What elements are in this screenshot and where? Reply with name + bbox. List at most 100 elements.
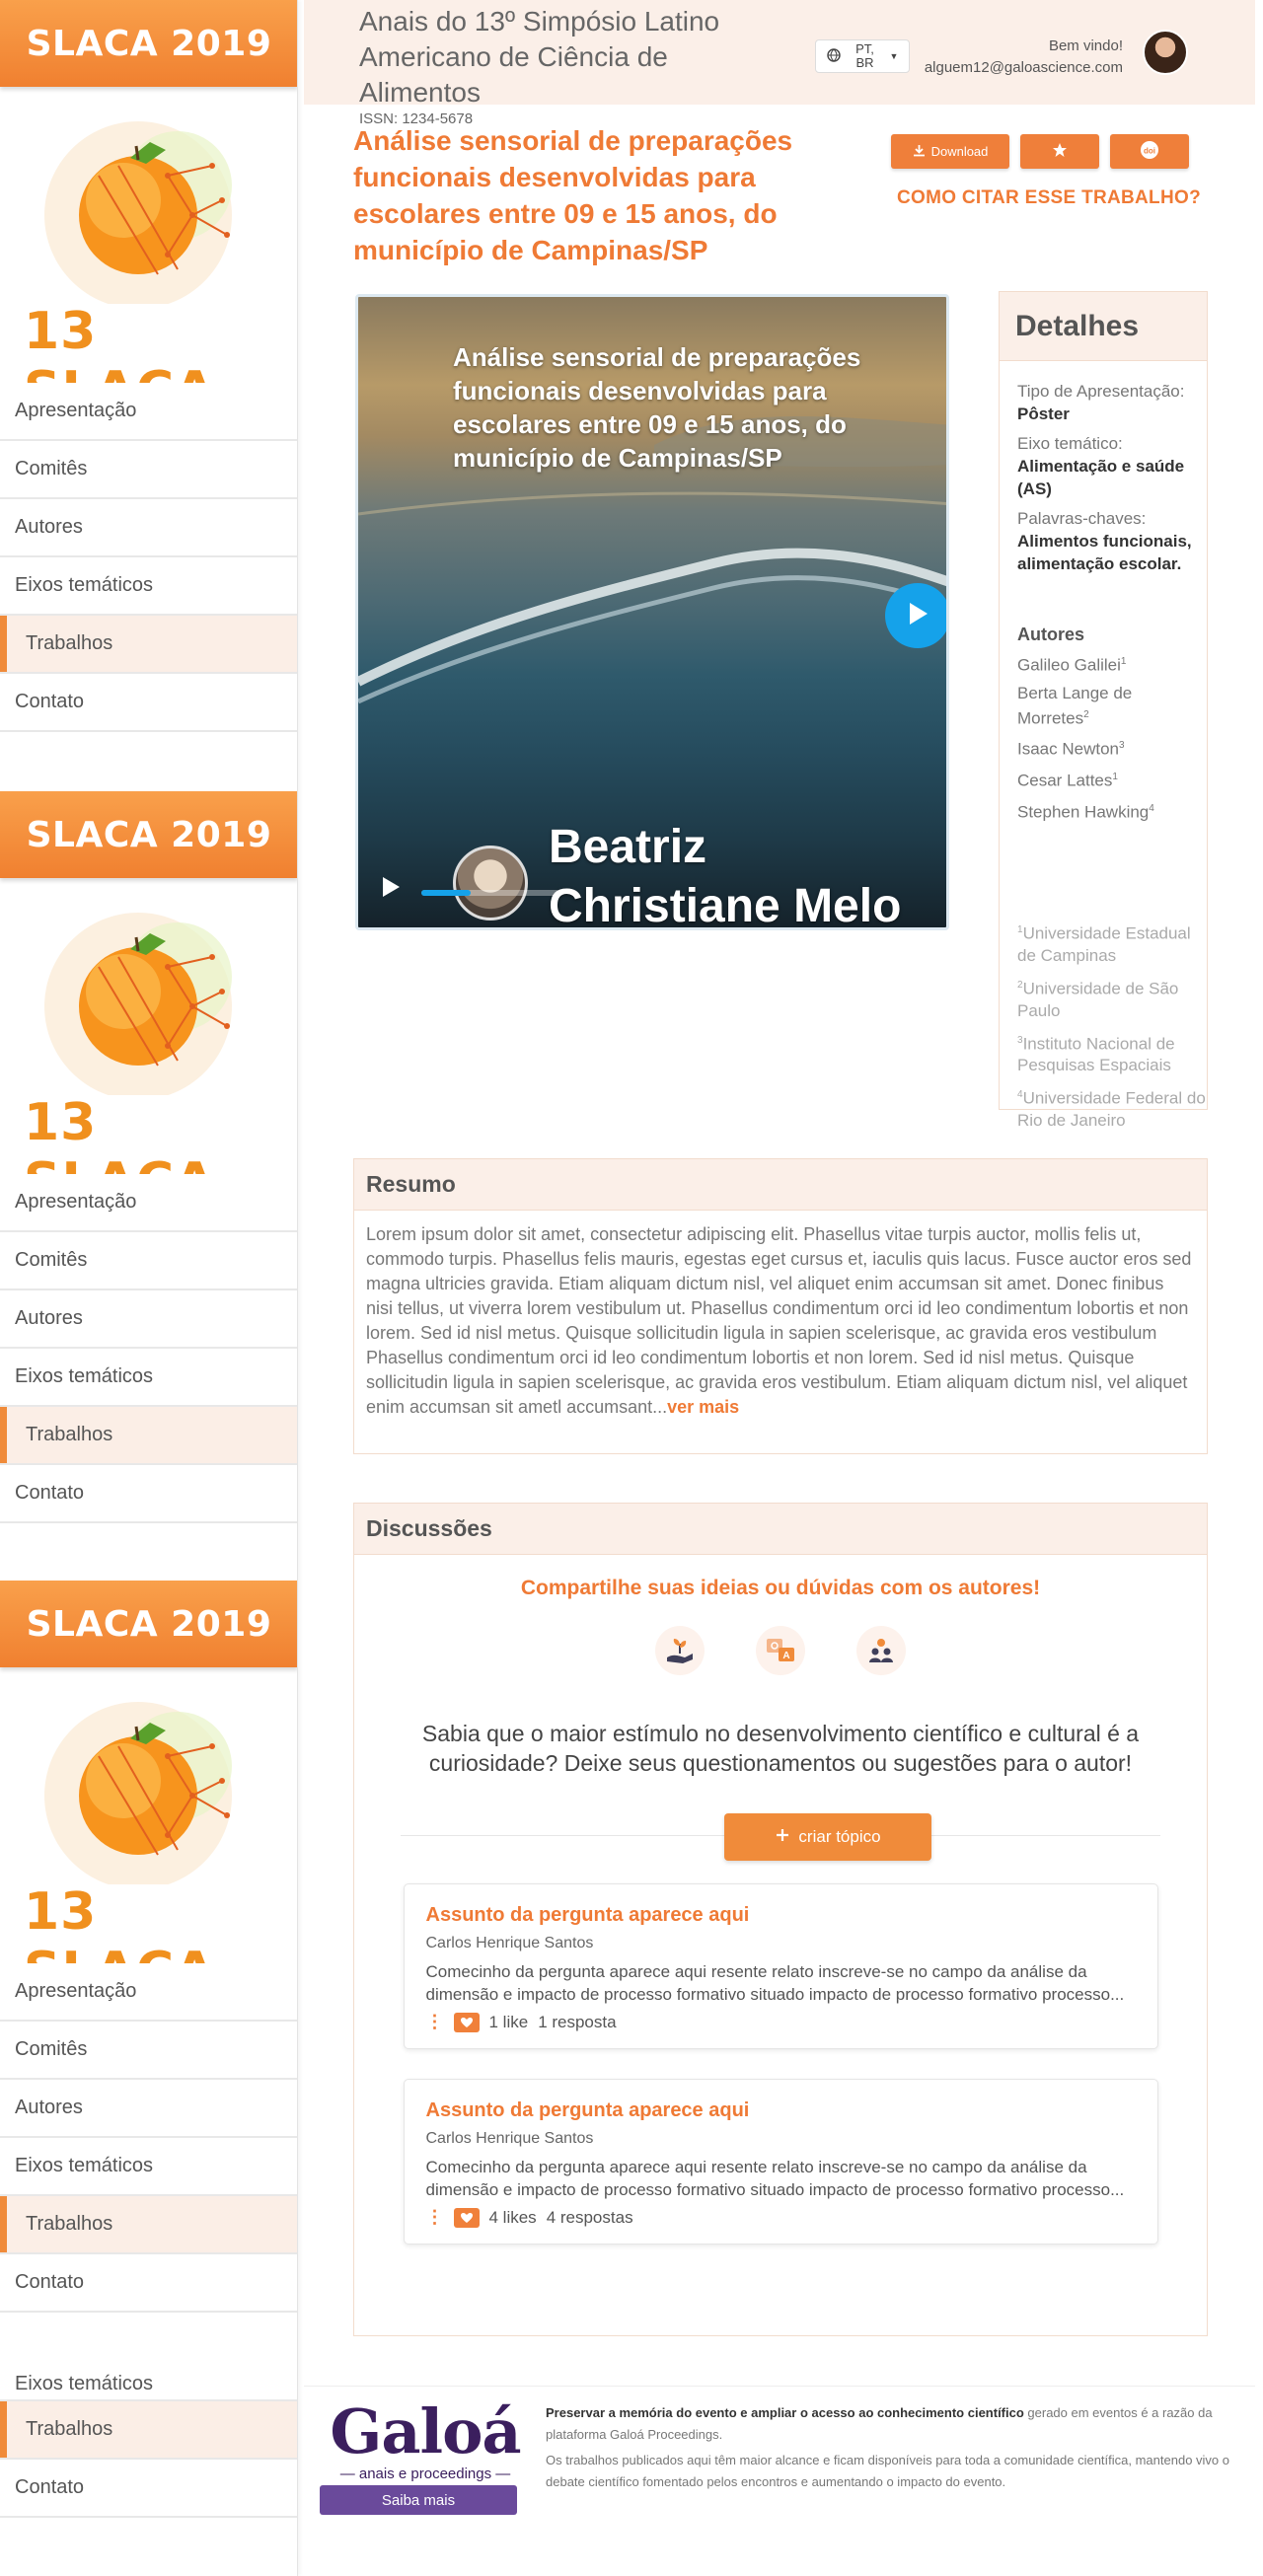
nav-apresentacao[interactable]: Apresentação xyxy=(0,1963,297,2022)
video-play-button[interactable] xyxy=(885,583,946,648)
download-label: Download xyxy=(930,144,989,159)
nav-contato[interactable]: Contato xyxy=(0,674,297,732)
topic-replies[interactable]: 4 respostas xyxy=(547,2208,633,2228)
plus-icon xyxy=(775,1827,790,1848)
language-selector[interactable]: PT, BR ▼ xyxy=(815,39,910,73)
cite-link[interactable]: COMO CITAR ESSE TRABALHO? xyxy=(897,187,1201,209)
video-player[interactable]: Análise sensorial de preparações funcion… xyxy=(355,294,949,930)
sidebar: SLACA 2019 13 SLACA Apresentação Comitês xyxy=(0,0,298,2576)
page: SLACA 2019 13 SLACA Apresentação Comitês xyxy=(0,0,1263,2576)
sidebar-nav: Apresentação Comitês Autores Eixos temát… xyxy=(0,383,297,732)
topic-author: Carlos Henrique Santos xyxy=(425,1935,594,1951)
orange-logo-icon xyxy=(44,1702,232,1884)
nav-eixos-tematicos[interactable]: Eixos temáticos xyxy=(0,1349,297,1407)
welcome-block: Bem vindo! alguem12@galoascience.com xyxy=(925,36,1123,79)
more-options-icon[interactable]: ⋮ xyxy=(426,2012,444,2032)
nav-apresentacao[interactable]: Apresentação xyxy=(0,383,297,441)
sidebar-block: SLACA 2019 13 SLACA Apresentação Comitês xyxy=(0,791,297,1523)
details-body: Tipo de Apresentação: Pôster Eixo temáti… xyxy=(1000,361,1207,1132)
nav-trabalhos[interactable]: Trabalhos xyxy=(0,2196,297,2254)
doi-icon: doi xyxy=(1140,140,1159,163)
video-title: Análise sensorial de preparações funcion… xyxy=(453,342,861,473)
galoa-tagline: — anais e proceedings — xyxy=(339,2466,511,2482)
affiliation-item: 3Instituto Nacional de Pesquisas Espacia… xyxy=(1017,1034,1175,1075)
author-item[interactable]: Cesar Lattes1 xyxy=(1017,767,1207,792)
download-icon xyxy=(913,144,926,160)
nav-autores[interactable]: Autores xyxy=(0,2080,297,2138)
details-heading: Detalhes xyxy=(1000,292,1207,361)
favorite-button[interactable] xyxy=(1020,134,1099,169)
create-topic-button[interactable]: criar tópico xyxy=(724,1813,931,1861)
svg-text:doi: doi xyxy=(1144,147,1155,156)
control-play-icon[interactable] xyxy=(380,875,402,904)
keywords-value: Alimentos funcionais, alimentação escola… xyxy=(1017,532,1192,573)
nav-eixos-tematicos[interactable]: Eixos temáticos xyxy=(0,2342,297,2401)
nav-autores[interactable]: Autores xyxy=(0,1290,297,1349)
nav-comites[interactable]: Comitês xyxy=(0,1232,297,1290)
author-item[interactable]: Galileo Galilei1 xyxy=(1017,651,1207,677)
footer-line-1: Preservar a memória do evento e ampliar … xyxy=(546,2405,1213,2442)
sidebar-block: SLACA 2019 13 SLACA Apresentação Comitês xyxy=(0,1581,297,2313)
event-name: SLACA 2019 xyxy=(0,791,297,878)
discussions-prompt: Sabia que o maior estímulo no desenvolvi… xyxy=(421,1721,1140,1776)
saiba-mais-button[interactable]: Saiba mais xyxy=(320,2485,517,2515)
topic-title[interactable]: Assunto da pergunta aparece aqui xyxy=(426,1904,1136,1927)
nav-eixos-tematicos[interactable]: Eixos temáticos xyxy=(0,2138,297,2196)
top-header: Anais do 13º Simpósio Latino Americano d… xyxy=(304,0,1255,108)
author-item[interactable]: Stephen Hawking4 xyxy=(1017,798,1207,824)
discussions-divider: criar tópico xyxy=(401,1813,1160,1861)
video-progress-fill xyxy=(421,890,472,896)
nav-trabalhos[interactable]: Trabalhos xyxy=(0,616,297,674)
topic-likes: 4 likes xyxy=(488,2207,537,2227)
footer-text: Preservar a memória do evento e ampliar … xyxy=(546,2402,1251,2493)
author-item[interactable]: Isaac Newton3 xyxy=(1017,735,1207,761)
event-logo[interactable]: 13 SLACA xyxy=(0,1667,297,2001)
discussions-panel: Discussões Compartilhe suas ideias ou dú… xyxy=(353,1503,1208,2336)
nav-comites[interactable]: Comitês xyxy=(0,2022,297,2080)
topic-likes: 1 like xyxy=(488,2012,529,2031)
nav-apresentacao[interactable]: Apresentação xyxy=(0,1174,297,1232)
nav-trabalhos[interactable]: Trabalhos xyxy=(0,1407,297,1465)
user-avatar[interactable] xyxy=(1143,30,1188,75)
orange-logo-icon xyxy=(44,913,232,1095)
affiliation-item: 1Universidade Estadual de Campinas xyxy=(1017,923,1191,965)
topic-card: Assunto da pergunta aparece aqui Carlos … xyxy=(403,1883,1158,2049)
heart-icon[interactable] xyxy=(453,2012,480,2032)
sidebar-nav: Apresentação Comitês Autores Eixos temát… xyxy=(0,1963,297,2313)
footer-line-2: Os trabalhos publicados aqui têm maior a… xyxy=(546,2453,1229,2489)
nav-trabalhos[interactable]: Trabalhos xyxy=(0,2401,297,2460)
nav-contato[interactable]: Contato xyxy=(0,1465,297,1523)
translate-icon: A xyxy=(756,1626,805,1675)
nav-eixos-tematicos[interactable]: Eixos temáticos xyxy=(0,557,297,616)
download-button[interactable]: Download xyxy=(891,134,1009,169)
event-logo[interactable]: 13 SLACA xyxy=(0,878,297,1212)
nav-contato[interactable]: Contato xyxy=(0,2254,297,2313)
topic-replies[interactable]: 1 resposta xyxy=(538,2013,616,2032)
discussions-heading: Discussões xyxy=(354,1504,1207,1555)
globe-icon xyxy=(826,47,841,65)
event-name: SLACA 2019 xyxy=(0,0,297,87)
galoa-brand: Galoá xyxy=(330,2395,521,2467)
play-icon xyxy=(906,601,929,631)
event-logo[interactable]: 13 SLACA xyxy=(0,87,297,420)
sidebar-nav: Apresentação Comitês Autores Eixos temát… xyxy=(0,1174,297,1523)
presenter-avatar xyxy=(453,846,528,920)
more-options-icon[interactable]: ⋮ xyxy=(426,2207,444,2228)
galoa-logo[interactable]: Galoá — anais e proceedings — xyxy=(326,2395,525,2483)
nav-autores[interactable]: Autores xyxy=(0,499,297,557)
discussions-share-text: Compartilhe suas ideias ou dúvidas com o… xyxy=(520,1577,1041,1599)
footer: Galoá — anais e proceedings — Saiba mais… xyxy=(304,2386,1255,2534)
keywords-label: Palavras-chaves: xyxy=(1017,509,1147,528)
ver-mais-link[interactable]: ver mais xyxy=(667,1397,739,1417)
nav-comites[interactable]: Comitês xyxy=(0,441,297,499)
doi-button[interactable]: doi xyxy=(1110,134,1189,169)
topic-author: Carlos Henrique Santos xyxy=(425,2130,594,2147)
video-progress-bar[interactable] xyxy=(421,890,559,896)
topic-title[interactable]: Assunto da pergunta aparece aqui xyxy=(426,2099,1136,2122)
topic-meta: ⋮ 1 like 1 resposta xyxy=(426,2012,1136,2032)
presentation-type-label: Tipo de Apresentação: xyxy=(1017,382,1185,401)
heart-icon[interactable] xyxy=(453,2207,480,2228)
author-item[interactable]: Berta Lange de Morretes2 xyxy=(1017,683,1207,730)
nav-contato[interactable]: Contato xyxy=(0,2460,297,2518)
create-topic-label: criar tópico xyxy=(798,1827,881,1846)
